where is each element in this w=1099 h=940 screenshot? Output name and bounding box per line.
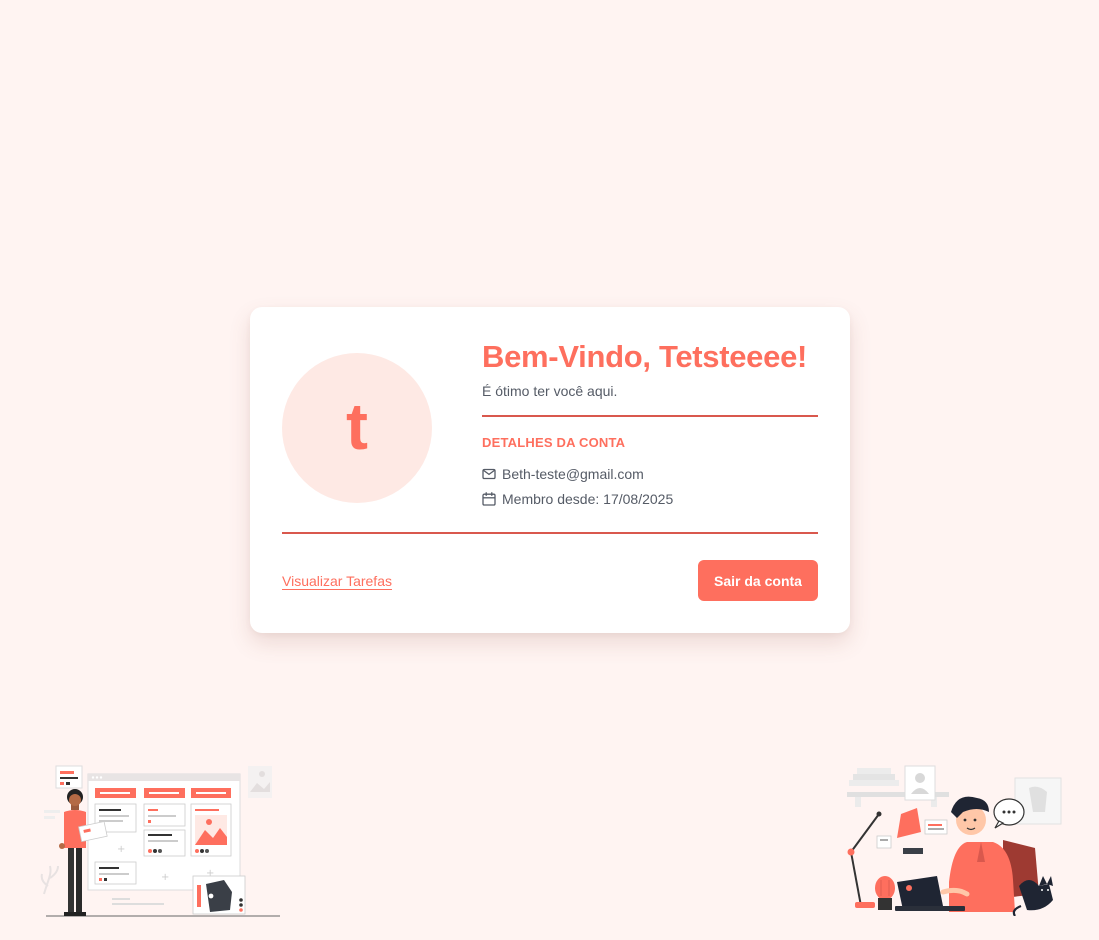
logout-button[interactable]: Sair da conta bbox=[698, 560, 818, 601]
view-tasks-link[interactable]: Visualizar Tarefas bbox=[282, 572, 392, 590]
divider bbox=[282, 532, 818, 534]
account-details-title: DETALHES DA CONTA bbox=[482, 435, 626, 450]
page: t Bem-Vindo, Tetsteeee! É ótimo ter você… bbox=[0, 0, 1099, 940]
member-since-row: Membro desde: 17/08/2025 bbox=[482, 490, 818, 508]
account-info: Bem-Vindo, Tetsteeee! É ótimo ter você a… bbox=[482, 337, 818, 508]
calendar-icon bbox=[482, 492, 496, 506]
welcome-subtitle: É ótimo ter você aqui. bbox=[482, 383, 618, 399]
welcome-heading: Bem-Vindo, Tetsteeee! bbox=[482, 339, 808, 374]
remote-work-illustration bbox=[843, 762, 1065, 921]
email-value: Beth-teste@gmail.com bbox=[502, 466, 644, 482]
divider bbox=[482, 415, 818, 417]
mail-icon bbox=[482, 467, 496, 481]
profile-card: t Bem-Vindo, Tetsteeee! É ótimo ter você… bbox=[250, 307, 850, 633]
kanban-illustration: + + + bbox=[40, 762, 285, 927]
email-row: Beth-teste@gmail.com bbox=[482, 465, 818, 483]
avatar: t bbox=[282, 353, 432, 503]
avatar-initial: t bbox=[346, 389, 368, 463]
svg-text:+: + bbox=[117, 844, 125, 855]
member-since-value: Membro desde: 17/08/2025 bbox=[502, 491, 674, 507]
svg-text:+: + bbox=[161, 872, 169, 883]
